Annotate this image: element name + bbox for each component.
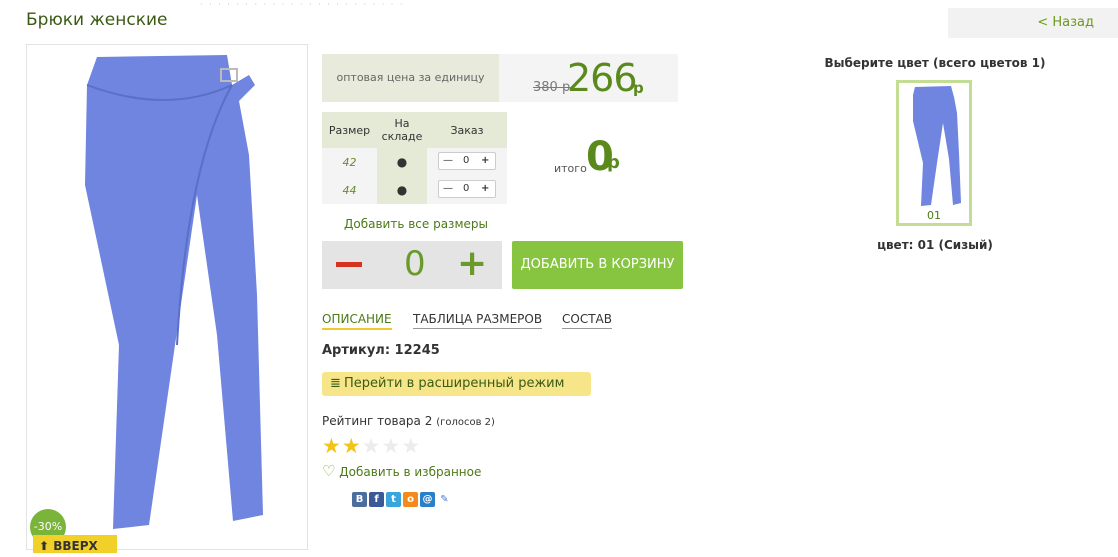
stock-header: На складе: [377, 112, 427, 148]
color-selector-header: Выберите цвет (всего цветов 1): [824, 56, 1046, 70]
total-currency: р: [607, 152, 620, 173]
stepper-value[interactable]: 0: [463, 181, 469, 197]
minus-icon[interactable]: —: [443, 181, 453, 197]
twitter-icon[interactable]: t: [386, 492, 401, 507]
size-value: 44: [322, 176, 377, 204]
odnoklassniki-icon[interactable]: o: [403, 492, 418, 507]
heart-icon: ♡: [322, 462, 336, 480]
size-value: 42: [322, 148, 377, 176]
livejournal-icon[interactable]: ✎: [437, 492, 452, 507]
price-currency: р: [633, 79, 644, 97]
add-to-favorites[interactable]: ♡ Добавить в избранное: [322, 462, 481, 480]
rating-label: Рейтинг товара 2: [322, 414, 433, 428]
plus-icon[interactable]: +: [481, 153, 489, 169]
plus-icon[interactable]: +: [457, 246, 487, 282]
minus-icon[interactable]: [336, 262, 362, 267]
product-image[interactable]: [26, 44, 308, 550]
favorites-label: Добавить в избранное: [339, 465, 482, 479]
mail-icon[interactable]: @: [420, 492, 435, 507]
arrow-up-icon: ⬆: [39, 539, 50, 553]
star-icon[interactable]: ★: [401, 434, 421, 458]
article-number: Артикул: 12245: [322, 343, 440, 358]
trousers-image: [85, 55, 263, 529]
page-title: Брюки женские: [26, 10, 168, 30]
trousers-thumbnail-icon: [913, 86, 961, 206]
total-label: итого: [554, 162, 587, 175]
social-share: Bf t o @ ✎: [352, 487, 454, 507]
tab-composition[interactable]: СОСТАВ: [562, 312, 612, 329]
rating-text: Рейтинг товара 2 (голосов 2): [322, 414, 495, 428]
tab-size-table[interactable]: ТАБЛИЦА РАЗМЕРОВ: [413, 312, 543, 329]
quantity-stepper[interactable]: — 0 +: [438, 179, 496, 198]
scroll-top-label: ВВЕРХ: [53, 539, 98, 553]
extended-mode-label: Перейти в расширенный режим: [344, 376, 565, 391]
star-icon[interactable]: ★: [322, 434, 342, 458]
table-row: 44 ● — 0 +: [322, 176, 507, 204]
extended-mode-button[interactable]: ≣ Перейти в расширенный режим: [322, 372, 591, 396]
add-to-cart-button[interactable]: ДОБАВИТЬ В КОРЗИНУ: [512, 241, 683, 289]
order-header: Заказ: [427, 112, 507, 148]
table-row: 42 ● — 0 +: [322, 148, 507, 176]
price-label: оптовая цена за единицу: [322, 54, 499, 102]
star-icon[interactable]: ★: [362, 434, 382, 458]
current-color: цвет: 01 (Сизый): [877, 238, 993, 252]
stock-indicator: ●: [377, 176, 427, 204]
quantity-value[interactable]: 0: [404, 244, 426, 284]
old-price: 380 р: [533, 80, 571, 95]
vk-icon[interactable]: B: [352, 492, 367, 507]
rating-votes: (голосов 2): [436, 417, 495, 428]
facebook-icon[interactable]: f: [369, 492, 384, 507]
color-thumbnail[interactable]: [896, 80, 972, 226]
tab-description[interactable]: ОПИСАНИЕ: [322, 312, 392, 330]
stock-indicator: ●: [377, 148, 427, 176]
sizes-table: Размер На складе Заказ 42 ● — 0 + 44 ● —…: [322, 112, 507, 204]
star-icon[interactable]: ★: [342, 434, 362, 458]
rating-stars[interactable]: ★★★★★: [322, 434, 421, 458]
scroll-top-button[interactable]: ⬆ ВВЕРХ: [33, 535, 117, 553]
list-icon: ≣: [330, 376, 341, 391]
top-dashes: · · · · · · · · · · · · · · · · · · · · …: [200, 0, 405, 9]
star-icon[interactable]: ★: [381, 434, 401, 458]
color-code[interactable]: 01: [896, 209, 972, 222]
minus-icon[interactable]: —: [443, 153, 453, 169]
current-price: 266: [567, 56, 638, 100]
add-all-sizes-link[interactable]: Добавить все размеры: [344, 217, 488, 231]
stepper-value[interactable]: 0: [463, 153, 469, 169]
quantity-stepper[interactable]: — 0 +: [438, 151, 496, 170]
plus-icon[interactable]: +: [481, 181, 489, 197]
back-link[interactable]: < Назад: [948, 8, 1118, 38]
size-header: Размер: [322, 112, 377, 148]
